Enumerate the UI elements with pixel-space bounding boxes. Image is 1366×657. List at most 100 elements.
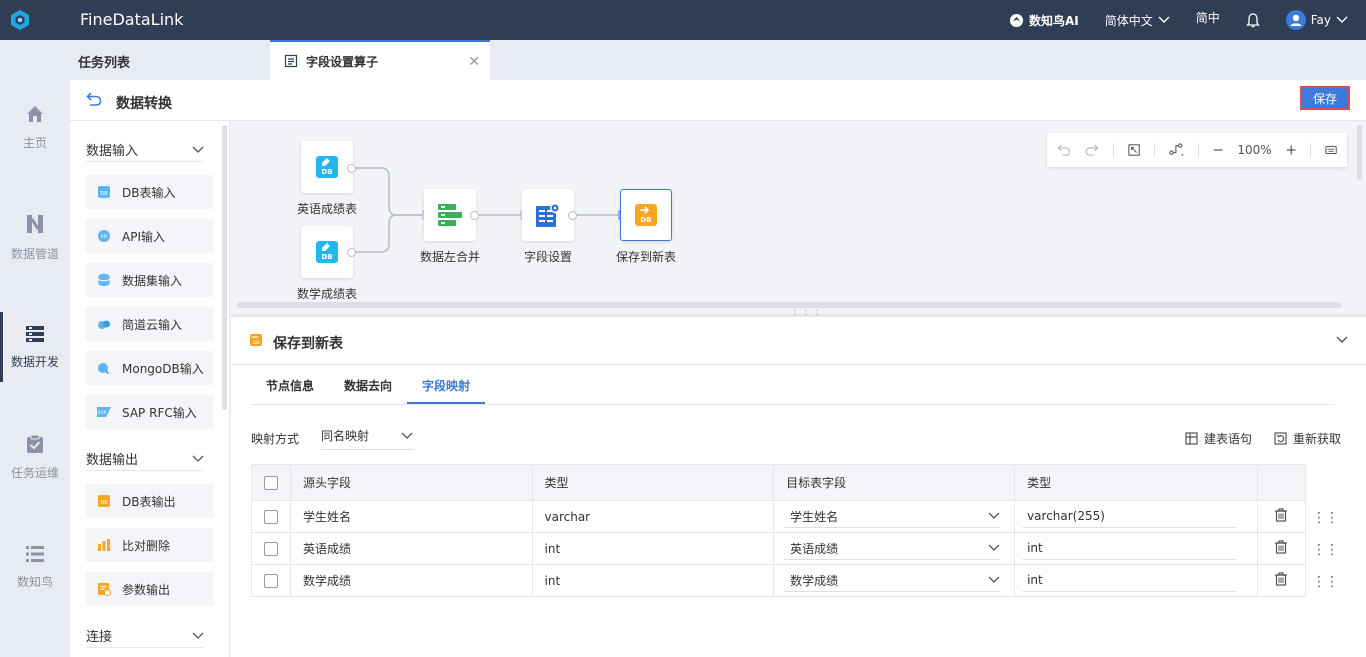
palette-item-api-input[interactable]: API API输入: [86, 219, 214, 253]
palette-scrollbar[interactable]: [222, 125, 227, 410]
refresh-button[interactable]: 重新获取: [1274, 430, 1341, 447]
language-select[interactable]: 简体中文: [1105, 12, 1170, 29]
app-title: FineDataLink: [80, 10, 184, 29]
target-type-input[interactable]: int: [1023, 570, 1238, 592]
zoom-in-icon[interactable]: [1286, 144, 1296, 156]
trash-icon[interactable]: [1274, 508, 1288, 522]
mapping-select[interactable]: 同名映射: [321, 422, 413, 450]
mapping-label: 映射方式: [251, 432, 300, 446]
cloud-icon: [96, 316, 112, 332]
tab-field-settings[interactable]: 字段设置算子 ✕: [270, 40, 490, 80]
group-data-output[interactable]: 数据输出: [86, 447, 204, 471]
db-input-icon: DB: [96, 184, 112, 200]
chevron-down-icon: [988, 576, 1000, 583]
toolbar-divider: [1198, 143, 1199, 157]
target-field-select[interactable]: 学生姓名: [784, 506, 1001, 528]
target-type-input[interactable]: varchar(255): [1023, 506, 1238, 528]
ai-assistant-button[interactable]: 数知鸟AI: [1009, 12, 1079, 29]
nav-item-data-dev[interactable]: 数据开发: [0, 312, 70, 382]
page-title: 数据转换: [116, 96, 172, 112]
palette-item-jiandaoyun-input[interactable]: 简道云输入: [86, 307, 214, 341]
app-logo-icon[interactable]: [0, 0, 40, 40]
row-checkbox[interactable]: [264, 573, 278, 588]
select-all-checkbox[interactable]: [264, 475, 278, 490]
create-table-sql-button[interactable]: 建表语句: [1185, 430, 1252, 447]
node-output-port[interactable]: [568, 211, 577, 220]
db-input-icon: DB: [316, 241, 338, 263]
palette-item-db-output[interactable]: DB DB表输出: [86, 484, 214, 518]
close-icon[interactable]: ✕: [468, 54, 480, 70]
node-math-scores[interactable]: DB: [301, 226, 353, 278]
node-left-join[interactable]: [424, 189, 476, 241]
nav-item-pipeline[interactable]: 数据管道: [0, 202, 70, 272]
canvas-h-scrollbar[interactable]: [237, 302, 1342, 308]
charset-toggle[interactable]: 简中: [1196, 9, 1220, 26]
tab-task-list[interactable]: 任务列表: [78, 52, 130, 71]
chevron-down-icon[interactable]: [1336, 336, 1348, 344]
row-action-cell: [1257, 564, 1306, 597]
keyboard-icon[interactable]: [1325, 144, 1337, 156]
drag-handle-icon[interactable]: ⋮⋮: [1312, 574, 1339, 590]
svg-text:API: API: [100, 234, 107, 240]
left-nav: 主页 数据管道 数据开发 任务运维 数知鸟: [0, 40, 70, 657]
source-type: varchar: [531, 500, 775, 533]
row-checkbox[interactable]: [264, 509, 278, 524]
redo-icon[interactable]: [1085, 143, 1099, 157]
auto-layout-icon[interactable]: [1168, 142, 1185, 158]
ai-icon: [1009, 13, 1023, 27]
charset-label: 简中: [1195, 10, 1220, 25]
tab-field-mapping[interactable]: 字段映射: [422, 377, 470, 394]
node-output-port[interactable]: [470, 211, 479, 220]
tab-node-info[interactable]: 节点信息: [266, 377, 314, 394]
row-checkbox[interactable]: [264, 541, 278, 556]
target-field-select[interactable]: 英语成绩: [784, 538, 1001, 560]
back-icon[interactable]: [86, 92, 102, 106]
palette-item-mongodb-input[interactable]: MongoDB输入: [86, 351, 214, 385]
palette-item-param-output[interactable]: 参数输出: [86, 572, 214, 606]
nav-item-shuzhiniao[interactable]: 数知鸟: [0, 532, 70, 602]
trash-icon[interactable]: [1274, 540, 1288, 554]
action-column-header: [1257, 464, 1306, 501]
drag-handle-icon[interactable]: ⋮⋮: [1312, 542, 1339, 558]
nav-item-home[interactable]: 主页: [0, 92, 70, 162]
sap-icon: SAP: [96, 404, 112, 420]
node-output-port[interactable]: [347, 248, 356, 257]
row-checkbox-cell: [251, 532, 291, 565]
palette-item-dataset-input[interactable]: 数据集输入: [86, 263, 214, 297]
document-icon: [284, 54, 298, 68]
user-menu[interactable]: Fay: [1285, 10, 1348, 30]
group-connection[interactable]: 连接: [86, 624, 204, 648]
target-field-select[interactable]: 数学成绩: [784, 570, 1001, 592]
node-english-scores[interactable]: DB: [301, 141, 353, 193]
trash-icon[interactable]: [1274, 572, 1288, 586]
row-checkbox-cell: [251, 564, 291, 597]
palette-item-sap-rfc-input[interactable]: SAP SAP RFC输入: [86, 395, 214, 429]
db-input-icon: DB: [316, 156, 338, 178]
node-field-settings[interactable]: [522, 189, 574, 241]
group-data-input[interactable]: 数据输入: [86, 138, 204, 162]
tab-data-destination[interactable]: 数据去向: [344, 377, 392, 394]
palette-item-label: 比对删除: [122, 538, 171, 553]
undo-icon[interactable]: [1057, 143, 1071, 157]
create-table-sql-label: 建表语句: [1203, 432, 1252, 446]
target-field-value: 数学成绩: [790, 573, 839, 588]
drag-handle-icon[interactable]: ⋮⋮: [1312, 510, 1339, 526]
nav-item-label: 任务运维: [10, 465, 59, 480]
target-type-input[interactable]: int: [1023, 538, 1238, 560]
nav-item-task-ops[interactable]: 任务运维: [0, 422, 70, 492]
user-name: Fay: [1310, 13, 1331, 27]
svg-text:DB: DB: [253, 340, 260, 346]
palette-item-db-input[interactable]: DB DB表输入: [86, 175, 214, 209]
save-button[interactable]: 保存: [1300, 86, 1350, 110]
avatar: [1285, 10, 1306, 30]
node-label: 保存到新表: [615, 250, 677, 264]
palette-item-compare-delete[interactable]: 比对删除: [86, 528, 214, 562]
node-output-port[interactable]: [347, 164, 356, 173]
node-save-to-new-table[interactable]: DB: [620, 189, 672, 241]
notification-button[interactable]: [1245, 12, 1260, 28]
fit-view-icon[interactable]: [1127, 143, 1140, 157]
canvas-v-scrollbar[interactable]: [1357, 125, 1362, 180]
flow-canvas[interactable]: DB 英语成绩表 DB 数学成绩表 数据左合并 字段设置 DB 保存到新表 10…: [231, 121, 1366, 314]
zoom-out-icon[interactable]: [1213, 144, 1223, 156]
active-tab-indicator: [407, 402, 485, 404]
